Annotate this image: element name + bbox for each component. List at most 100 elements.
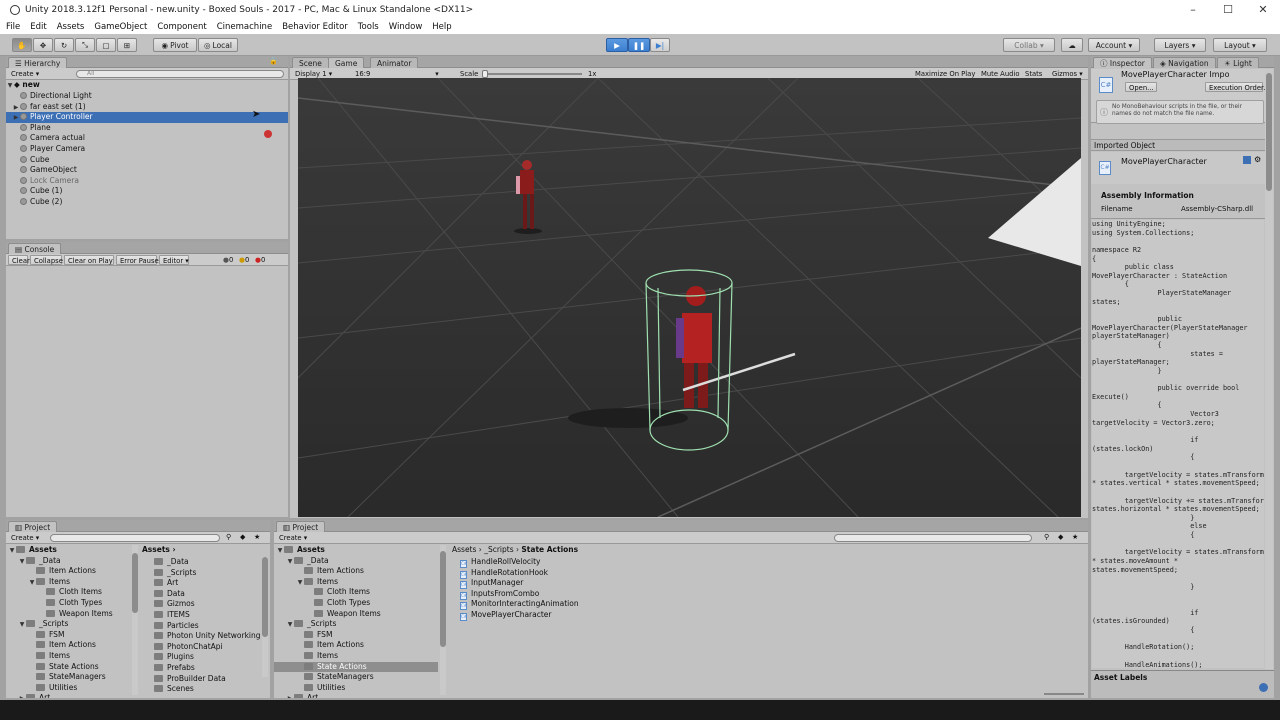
tree-folder[interactable]: ▼ _Scripts: [274, 619, 438, 630]
tree-folder[interactable]: Cloth Items: [6, 587, 132, 598]
hierarchy-search-input[interactable]: All: [76, 70, 284, 78]
tree-folder[interactable]: Weapon Items: [274, 609, 438, 620]
hierarchy-item[interactable]: Plane: [6, 123, 288, 134]
game-viewport[interactable]: [298, 78, 1081, 517]
tab-game[interactable]: Game: [328, 57, 365, 68]
icon-size-slider[interactable]: [1044, 693, 1084, 695]
scale-slider-thumb[interactable]: [482, 70, 488, 78]
hierarchy-item[interactable]: GameObject: [6, 165, 288, 176]
layers-dropdown[interactable]: Layers ▾: [1154, 38, 1206, 52]
tree-folder[interactable]: State Actions: [274, 661, 438, 673]
expand-arrow-icon[interactable]: ▶: [18, 694, 26, 698]
transform-tool-button[interactable]: ⊞: [117, 38, 137, 52]
execution-order-button[interactable]: Execution Order...: [1205, 82, 1270, 92]
assets-scroll-thumb[interactable]: [262, 557, 268, 637]
project-left-search-input[interactable]: [50, 534, 220, 542]
project-left-assets-scrollbar[interactable]: [262, 557, 268, 677]
tab-console[interactable]: ▤ Console: [8, 243, 62, 254]
inspector-scrollbar[interactable]: [1265, 69, 1273, 669]
tree-folder[interactable]: ▼ _Data: [274, 556, 438, 567]
label-tag-icon[interactable]: [1259, 683, 1268, 692]
hierarchy-item[interactable]: ▶ far east set (1): [6, 102, 288, 113]
hierarchy-create-button[interactable]: Create ▾: [8, 69, 42, 79]
console-info-toggle[interactable]: ●0: [220, 255, 236, 265]
tree-folder[interactable]: ▶ Art: [274, 693, 438, 698]
project-left-tree-scrollbar[interactable]: [132, 545, 138, 695]
asset-folder[interactable]: _Data: [140, 557, 262, 568]
hierarchy-item[interactable]: Lock Camera: [6, 176, 288, 187]
rect-tool-button[interactable]: ▢: [96, 38, 116, 52]
pause-button[interactable]: ❚❚: [628, 38, 650, 52]
tab-inspector[interactable]: ⓘ Inspector: [1093, 57, 1152, 68]
tree-folder[interactable]: StateManagers: [6, 672, 132, 683]
console-error-toggle[interactable]: ●0: [252, 255, 268, 265]
tree-folder[interactable]: Items: [6, 651, 132, 662]
tree-folder[interactable]: ▼ Items: [274, 577, 438, 588]
asset-folder[interactable]: Particles: [140, 621, 262, 632]
tab-animator[interactable]: Animator: [370, 57, 419, 68]
maximize-button[interactable]: ☐: [1221, 3, 1235, 17]
hierarchy-item[interactable]: Cube: [6, 155, 288, 166]
tree-folder[interactable]: Item Actions: [6, 566, 132, 577]
tag-icon[interactable]: ◆: [1058, 533, 1063, 541]
layout-dropdown[interactable]: Layout ▾: [1213, 38, 1267, 52]
tree-folder[interactable]: Cloth Items: [274, 587, 438, 598]
console-clear-on-play-button[interactable]: Clear on Play: [64, 255, 114, 265]
tree-scroll-thumb[interactable]: [132, 553, 138, 613]
script-settings-icon[interactable]: [1243, 156, 1251, 164]
collab-dropdown[interactable]: Collab ▾: [1003, 38, 1055, 52]
tree-folder[interactable]: Utilities: [6, 683, 132, 694]
tree-folder[interactable]: ▼ Items: [6, 577, 132, 588]
tag-icon[interactable]: ◆: [240, 533, 245, 541]
tree-root-assets[interactable]: ▼ Assets: [274, 545, 438, 556]
asset-folder[interactable]: ITEMS: [140, 610, 262, 621]
project-right-tree-scrollbar[interactable]: [440, 545, 446, 695]
script-file[interactable]: C# InputManager: [460, 578, 860, 590]
tree-folder[interactable]: Weapon Items: [6, 609, 132, 620]
tree-folder[interactable]: Item Actions: [6, 640, 132, 651]
console-editor-button[interactable]: Editor ▾: [159, 255, 189, 265]
tab-light[interactable]: ☀ Light: [1217, 57, 1259, 68]
panel-lock-icon[interactable]: 🔒: [269, 57, 278, 65]
menu-help[interactable]: Help: [432, 22, 451, 32]
tab-scene[interactable]: Scene: [292, 57, 329, 68]
menu-gameobject[interactable]: GameObject: [94, 22, 147, 32]
asset-folder[interactable]: Photon Unity Networking: [140, 631, 262, 642]
inspector-scroll-thumb[interactable]: [1266, 73, 1272, 191]
console-log-area[interactable]: [6, 267, 288, 517]
project-right-search-input[interactable]: [834, 534, 1032, 542]
asset-folder[interactable]: Data: [140, 589, 262, 600]
tree-folder[interactable]: ▶ Art: [6, 693, 132, 698]
tab-project-right[interactable]: ▥ Project: [276, 521, 326, 532]
breadcrumb-item[interactable]: Assets: [142, 545, 170, 554]
tree-folder[interactable]: Cloth Types: [6, 598, 132, 609]
asset-folder[interactable]: _Scripts: [140, 568, 262, 579]
script-file[interactable]: C# MonitorInteractingAnimation: [460, 599, 860, 611]
asset-folder[interactable]: Scenes: [140, 684, 262, 695]
tree-folder[interactable]: ▼ _Scripts: [6, 619, 132, 630]
tree-folder[interactable]: ▼ _Data: [6, 556, 132, 567]
open-button[interactable]: Open...: [1125, 82, 1157, 92]
expand-arrow-icon[interactable]: ▶: [286, 694, 294, 698]
menu-assets[interactable]: Assets: [57, 22, 85, 32]
asset-folder[interactable]: Prefabs: [140, 663, 262, 674]
asset-folder[interactable]: PhotonChatApi: [140, 642, 262, 653]
console-clear-button[interactable]: Clear: [8, 255, 30, 265]
scale-tool-button[interactable]: ⤡: [75, 38, 95, 52]
local-toggle[interactable]: ◎ Local: [198, 38, 238, 52]
breadcrumb-item[interactable]: State Actions: [521, 545, 578, 554]
menu-tools[interactable]: Tools: [358, 22, 379, 32]
menu-file[interactable]: File: [6, 22, 20, 32]
hierarchy-item[interactable]: Cube (2): [6, 197, 288, 208]
project-left-create-button[interactable]: Create ▾: [8, 533, 42, 543]
menu-component[interactable]: Component: [157, 22, 206, 32]
minimize-button[interactable]: –: [1186, 3, 1200, 17]
project-left-breadcrumb[interactable]: Assets ›: [140, 545, 262, 556]
scale-slider[interactable]: [482, 70, 582, 78]
tree-folder[interactable]: Utilities: [274, 683, 438, 694]
project-right-create-button[interactable]: Create ▾: [276, 533, 310, 543]
tree-folder[interactable]: Cloth Types: [274, 598, 438, 609]
tree-root-assets[interactable]: ▼ Assets: [6, 545, 132, 556]
star-icon[interactable]: ★: [254, 533, 260, 541]
breadcrumb-item[interactable]: Assets: [452, 545, 476, 554]
